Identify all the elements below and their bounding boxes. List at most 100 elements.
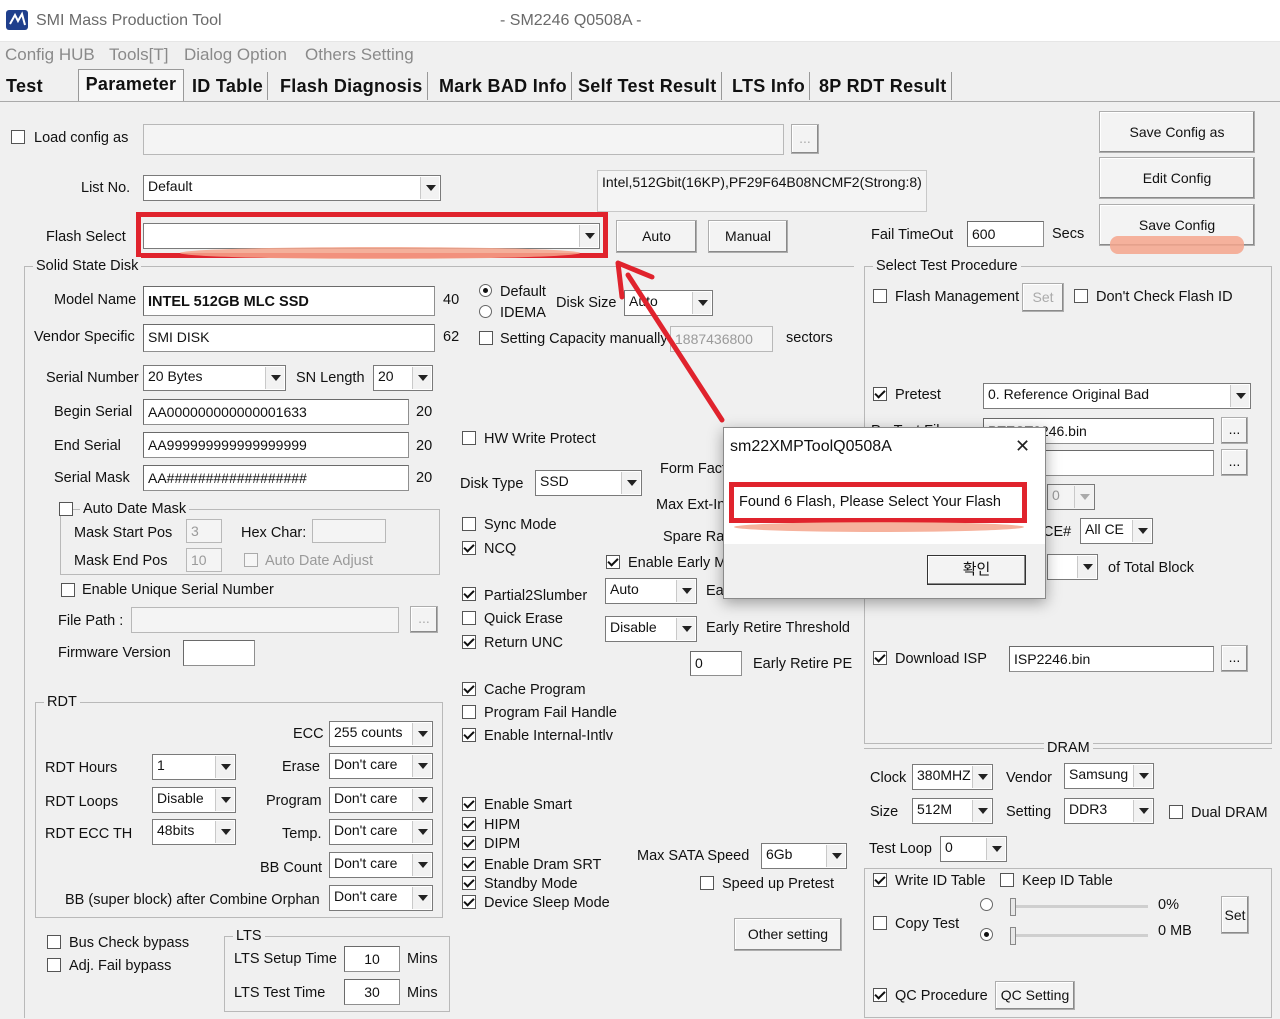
unique-serial-checkbox[interactable] xyxy=(61,583,75,597)
end-serial-input[interactable]: AA999999999999999999 xyxy=(143,432,409,458)
pretest-checkbox[interactable] xyxy=(873,387,887,401)
enable-dram-srt-checkbox[interactable] xyxy=(462,857,476,871)
dual-dram-checkbox[interactable] xyxy=(1169,805,1183,819)
speed-up-pretest-checkbox[interactable] xyxy=(700,876,714,890)
dipm-checkbox[interactable] xyxy=(462,836,476,850)
lts-setup-time-input[interactable]: 10 xyxy=(344,946,400,972)
isp-file-browse-button[interactable]: ... xyxy=(1221,645,1248,672)
tab-lts-info[interactable]: LTS Info xyxy=(728,72,811,100)
sn-length-select[interactable]: 20 xyxy=(373,365,433,391)
load-config-browse-button[interactable]: ... xyxy=(791,124,819,154)
rdt-hours-select[interactable]: 1 xyxy=(152,754,236,780)
percent-slider-thumb[interactable] xyxy=(1010,898,1016,916)
firmware-version-input[interactable] xyxy=(183,640,255,666)
ncq-checkbox[interactable] xyxy=(462,541,476,555)
tab-test[interactable]: Test xyxy=(2,72,78,100)
save-config-as-button[interactable]: Save Config as xyxy=(1099,111,1255,153)
erase-select[interactable]: Don't care xyxy=(329,753,433,779)
device-sleep-mode-checkbox[interactable] xyxy=(462,895,476,909)
download-isp-checkbox[interactable] xyxy=(873,651,887,665)
copy-set-button[interactable]: Set xyxy=(1221,896,1249,934)
idema-radio[interactable] xyxy=(479,305,492,318)
bb-count-select[interactable]: Don't care xyxy=(329,852,433,878)
tab-flash-diagnosis[interactable]: Flash Diagnosis xyxy=(276,72,428,100)
size-select[interactable]: 512M xyxy=(912,798,993,824)
model-name-input[interactable]: INTEL 512GB MLC SSD xyxy=(143,286,435,316)
adj-fail-bypass-checkbox[interactable] xyxy=(47,958,61,972)
serial-mask-input[interactable]: AA################## xyxy=(143,465,409,491)
menu-dialog-option[interactable]: Dialog Option xyxy=(184,45,287,65)
early-retire-threshold-select[interactable]: Disable xyxy=(605,616,697,642)
program-select[interactable]: Don't care xyxy=(329,787,433,813)
second-file-browse-button[interactable]: ... xyxy=(1221,449,1248,476)
bb-super-block-select[interactable]: Don't care xyxy=(329,885,433,911)
partial2slumber-select[interactable]: Auto xyxy=(605,578,697,604)
hw-write-protect-checkbox[interactable] xyxy=(462,431,476,445)
auto-date-adjust-checkbox[interactable] xyxy=(244,553,258,567)
lts-test-time-input[interactable]: 30 xyxy=(344,979,400,1005)
tab-self-test-result[interactable]: Self Test Result xyxy=(574,72,722,100)
tab-parameter[interactable]: Parameter xyxy=(78,69,184,101)
keep-id-table-checkbox[interactable] xyxy=(1000,873,1014,887)
vendor-specific-input[interactable]: SMI DISK xyxy=(143,324,435,352)
hipm-checkbox[interactable] xyxy=(462,817,476,831)
max-sata-speed-select[interactable]: 6Gb xyxy=(761,843,847,869)
partial2slumber-checkbox[interactable] xyxy=(462,587,476,601)
mb-slider-thumb[interactable] xyxy=(1010,927,1016,945)
vendor-select[interactable]: Samsung xyxy=(1064,763,1154,789)
early-retire-pe-input[interactable]: 0 xyxy=(690,651,742,676)
load-config-input[interactable] xyxy=(143,124,784,155)
file-path-browse-button[interactable]: ... xyxy=(410,606,438,633)
other-setting-button[interactable]: Other setting xyxy=(734,918,842,951)
flash-management-checkbox[interactable] xyxy=(873,289,887,303)
begin-serial-input[interactable]: AA000000000000001633 xyxy=(143,399,409,425)
edit-config-button[interactable]: Edit Config xyxy=(1099,157,1255,199)
program-fail-handle-checkbox[interactable] xyxy=(462,705,476,719)
qc-procedure-checkbox[interactable] xyxy=(873,988,887,1002)
clock-select[interactable]: 380MHZ xyxy=(912,764,993,790)
setting-capacity-checkbox[interactable] xyxy=(479,331,493,345)
close-icon[interactable]: ✕ xyxy=(1015,436,1030,457)
fail-timeout-input[interactable]: 600 xyxy=(967,221,1044,247)
file-path-input[interactable] xyxy=(131,607,399,633)
write-id-table-checkbox[interactable] xyxy=(873,873,887,887)
qc-setting-button[interactable]: QC Setting xyxy=(995,981,1075,1010)
tab-8p-rdt-result[interactable]: 8P RDT Result xyxy=(815,72,952,100)
bus-check-bypass-checkbox[interactable] xyxy=(47,935,61,949)
rdt-loops-select[interactable]: Disable xyxy=(152,787,236,813)
copy-mode-radio-1[interactable] xyxy=(980,898,993,911)
sync-mode-checkbox[interactable] xyxy=(462,517,476,531)
cache-program-checkbox[interactable] xyxy=(462,682,476,696)
total-block-select[interactable] xyxy=(1047,554,1098,580)
manual-button[interactable]: Manual xyxy=(708,220,788,253)
pretest-select[interactable]: 0. Reference Original Bad xyxy=(983,383,1251,409)
dont-check-flash-id-checkbox[interactable] xyxy=(1074,289,1088,303)
standby-mode-checkbox[interactable] xyxy=(462,876,476,890)
auto-button[interactable]: Auto xyxy=(616,220,697,253)
dialog-ok-button[interactable]: 확인 xyxy=(927,555,1026,585)
quick-erase-checkbox[interactable] xyxy=(462,611,476,625)
mask-end-input[interactable]: 10 xyxy=(186,548,222,572)
menu-tools[interactable]: Tools[T] xyxy=(109,45,169,65)
copy-mode-radio-2[interactable] xyxy=(980,928,993,941)
mb-slider-track[interactable] xyxy=(1012,934,1148,937)
percent-slider-track[interactable] xyxy=(1012,905,1148,908)
enable-early-checkbox[interactable] xyxy=(606,555,620,569)
tab-mark-bad-info[interactable]: Mark BAD Info xyxy=(435,72,572,100)
mask-start-input[interactable]: 3 xyxy=(186,519,222,543)
setting-select[interactable]: DDR3 xyxy=(1064,798,1154,824)
isp-file-input[interactable]: ISP2246.bin xyxy=(1009,646,1214,672)
rdt-ecc-th-select[interactable]: 48bits xyxy=(152,819,236,845)
zero-select[interactable]: 0 xyxy=(1047,484,1095,510)
default-radio[interactable] xyxy=(479,284,492,297)
disk-type-select[interactable]: SSD xyxy=(535,470,642,496)
ecc-select[interactable]: 255 counts xyxy=(329,721,433,747)
list-no-select[interactable]: Default xyxy=(143,175,441,201)
tab-id-table[interactable]: ID Table xyxy=(188,72,269,100)
serial-number-select[interactable]: 20 Bytes xyxy=(143,365,286,391)
temp-select[interactable]: Don't care xyxy=(329,819,433,845)
hex-char-input[interactable] xyxy=(312,519,386,543)
auto-date-mask-checkbox[interactable] xyxy=(59,502,73,516)
menu-others-setting[interactable]: Others Setting xyxy=(305,45,414,65)
enable-smart-checkbox[interactable] xyxy=(462,797,476,811)
